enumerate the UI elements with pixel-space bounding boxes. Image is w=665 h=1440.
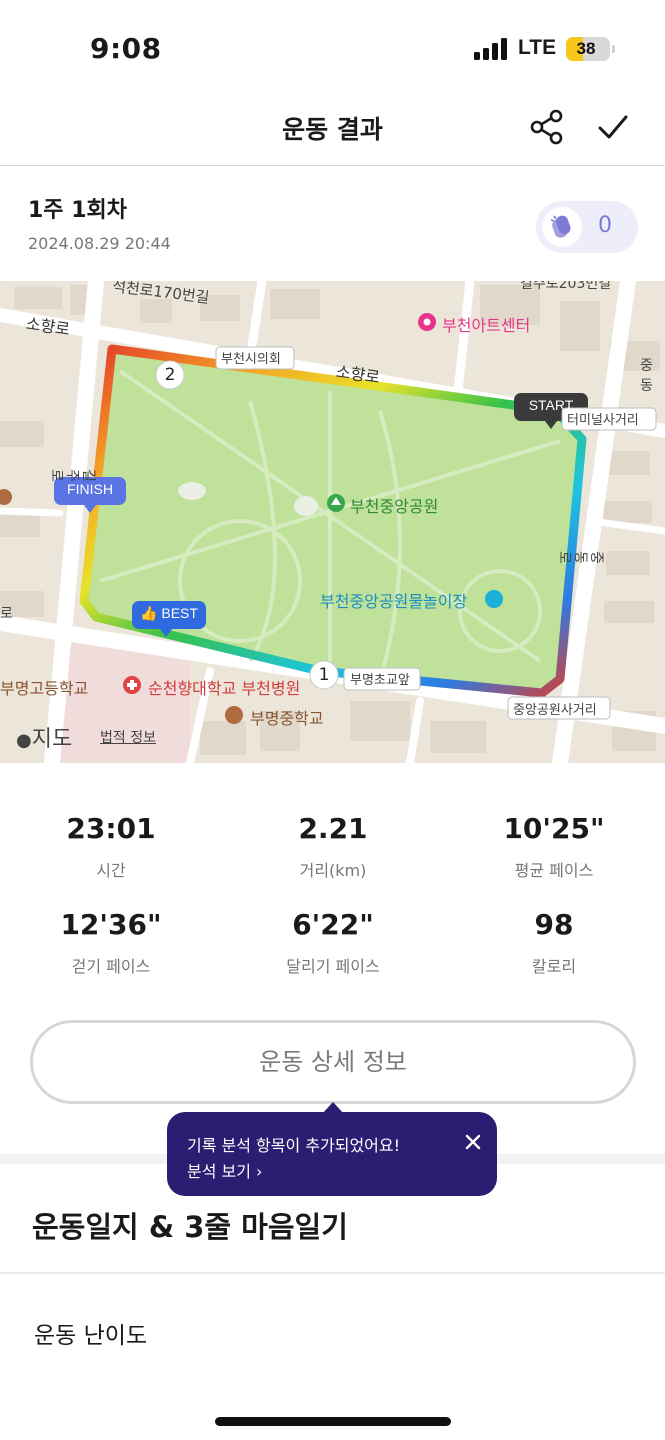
stat-label: 평균 페이스 bbox=[514, 861, 594, 880]
thumbs-up-icon: 👍 bbox=[140, 605, 158, 621]
apple-logo-icon: ● bbox=[16, 730, 32, 751]
map-label-city-hall: 부천시의회 bbox=[221, 352, 281, 367]
view-analysis-link[interactable]: 분석 보기 › bbox=[187, 1158, 262, 1182]
start-marker[interactable]: START bbox=[514, 397, 588, 413]
clap-count: 0 bbox=[598, 213, 612, 238]
map-label-park: 부천중앙공원 bbox=[350, 497, 439, 516]
map-label-road-right-vertical: 중동로 bbox=[556, 551, 604, 564]
journal-section-title: 운동일지 & 3줄 마음일기 bbox=[32, 1210, 348, 1244]
tooltip-close-button[interactable] bbox=[463, 1132, 483, 1152]
stat-label: 걷기 페이스 bbox=[71, 957, 151, 976]
map-label-art-center: 부천아트센터 bbox=[442, 316, 531, 335]
share-button[interactable] bbox=[528, 108, 566, 146]
map-attribution-text: 지도 bbox=[31, 727, 73, 752]
stat-label: 거리(km) bbox=[299, 861, 367, 880]
map-canvas bbox=[0, 281, 665, 763]
difficulty-title: 운동 난이도 bbox=[34, 1323, 148, 1349]
stat-value: 2.21 bbox=[298, 812, 368, 845]
stat-value: 12'36" bbox=[60, 908, 162, 941]
stat-value: 6'22" bbox=[292, 908, 374, 941]
km-marker-2: 2 bbox=[164, 365, 176, 385]
map-label-high-school: 부명고등학교 bbox=[0, 679, 89, 698]
battery-icon: 38 bbox=[566, 37, 610, 61]
map-label-middle-school: 부명중학교 bbox=[250, 709, 324, 728]
session-date: 2024.08.29 20:44 bbox=[28, 234, 171, 253]
clap-icon bbox=[542, 207, 582, 247]
app-header: 운동 결과 bbox=[0, 96, 665, 166]
clap-button[interactable]: 0 bbox=[536, 201, 638, 253]
map-attribution: ●지도 bbox=[16, 721, 72, 753]
best-marker-label: BEST bbox=[161, 605, 198, 621]
stat-label: 칼로리 bbox=[531, 957, 577, 976]
stat-value: 23:01 bbox=[66, 812, 156, 845]
stat-time: 23:01 시간 bbox=[0, 812, 222, 881]
map-label-elementary: 부명초교앞 bbox=[350, 673, 410, 688]
check-icon bbox=[598, 115, 628, 139]
stat-calories: 98 칼로리 bbox=[443, 908, 665, 977]
legal-link[interactable]: 법적 정보 bbox=[100, 727, 156, 747]
done-button[interactable] bbox=[594, 108, 632, 146]
route-map[interactable]: 석천로170번길 길주로203번길 소향로 소향로 부천시의회 부천아트센터 중… bbox=[0, 281, 665, 763]
km-marker-1: 1 bbox=[318, 665, 330, 685]
battery-percent: 38 bbox=[576, 39, 596, 58]
network-type: LTE bbox=[518, 36, 557, 59]
tooltip-message: 기록 분석 항목이 추가되었어요! bbox=[187, 1136, 401, 1155]
close-icon bbox=[465, 1134, 481, 1150]
finish-marker[interactable]: FINISH bbox=[54, 481, 126, 497]
stat-average-pace: 10'25" 평균 페이스 bbox=[443, 812, 665, 881]
share-icon bbox=[530, 109, 563, 145]
status-bar: 9:08 LTE 38 bbox=[0, 0, 665, 96]
water-park-pin-icon bbox=[485, 590, 503, 608]
stat-running-pace: 6'22" 달리기 페이스 bbox=[222, 908, 444, 977]
stat-walking-pace: 12'36" 걷기 페이스 bbox=[0, 908, 222, 977]
status-time: 9:08 bbox=[90, 32, 162, 65]
battery-nub bbox=[612, 45, 615, 53]
map-label-road-right-top: 중동 bbox=[640, 358, 653, 394]
stat-label: 시간 bbox=[96, 861, 126, 880]
workout-detail-button[interactable]: 운동 상세 정보 bbox=[30, 1020, 636, 1104]
best-marker[interactable]: 👍 BEST bbox=[132, 605, 206, 622]
stat-distance: 2.21 거리(km) bbox=[222, 812, 444, 881]
school-pin-icon bbox=[225, 706, 243, 724]
map-label-hospital: 순천향대학교 부천병원 bbox=[148, 679, 301, 698]
map-label-road-top-right: 길주로203번길 bbox=[520, 281, 612, 292]
map-label-left-edge: 로 bbox=[0, 606, 13, 622]
journal-divider bbox=[0, 1272, 665, 1274]
map-label-water-park: 부천중앙공원물놀이장 bbox=[320, 592, 468, 611]
stat-value: 98 bbox=[534, 908, 574, 941]
stat-label: 달리기 페이스 bbox=[286, 957, 380, 976]
signal-strength-icon bbox=[474, 38, 508, 60]
map-label-park-intersection: 중앙공원사거리 bbox=[513, 703, 597, 718]
session-title: 1주 1회차 bbox=[28, 198, 127, 223]
stat-value: 10'25" bbox=[503, 812, 605, 845]
analysis-tooltip: 기록 분석 항목이 추가되었어요! 분석 보기 › bbox=[167, 1112, 497, 1196]
home-indicator[interactable] bbox=[215, 1417, 451, 1426]
